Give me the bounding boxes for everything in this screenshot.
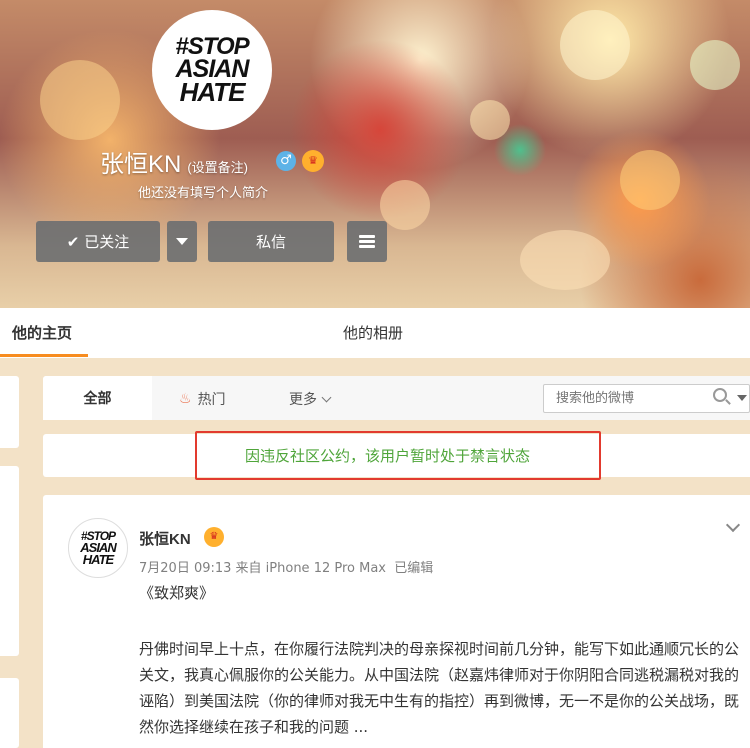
more-menu-button[interactable] bbox=[347, 221, 387, 262]
left-sidebar-card bbox=[0, 466, 19, 656]
active-tab-indicator bbox=[0, 354, 88, 357]
left-sidebar-card bbox=[0, 678, 19, 748]
filter-all-tab[interactable]: 全部 bbox=[43, 376, 152, 420]
profile-tabbar: 他的主页 他的相册 bbox=[0, 308, 750, 358]
profile-name: 张恒KN bbox=[100, 151, 182, 178]
message-label: 私信 bbox=[255, 233, 286, 251]
message-button[interactable]: 私信 bbox=[208, 221, 334, 262]
fire-icon: ♨ bbox=[179, 391, 192, 407]
check-icon: ✔ bbox=[66, 232, 80, 251]
profile-avatar[interactable]: #STOP ASIAN HATE bbox=[152, 10, 272, 130]
menu-icon bbox=[359, 235, 375, 248]
cover-bokeh bbox=[470, 100, 510, 140]
caret-down-icon bbox=[176, 238, 188, 245]
stop-asian-hate-logo: #STOP ASIAN HATE bbox=[162, 20, 262, 120]
profile-bio: 他还没有填写个人简介 bbox=[138, 186, 269, 201]
filter-hot-tab[interactable]: ♨ 热门 bbox=[179, 389, 226, 409]
tab-album[interactable]: 他的相册 bbox=[343, 322, 403, 343]
cover-bokeh bbox=[560, 10, 630, 80]
followed-button[interactable]: ✔ 已关注 bbox=[36, 221, 160, 262]
post-meta[interactable]: 7月20日 09:13 来自 iPhone 12 Pro Max 已编辑 bbox=[139, 557, 433, 576]
cover-bokeh bbox=[520, 230, 610, 290]
post-author-name[interactable]: 张恒KN bbox=[139, 528, 191, 549]
vip-crown-icon[interactable]: ♛ bbox=[302, 150, 324, 172]
cover-bokeh bbox=[380, 180, 430, 230]
vip-crown-icon[interactable]: ♛ bbox=[204, 527, 224, 547]
tab-home[interactable]: 他的主页 bbox=[12, 322, 72, 343]
post-author-avatar[interactable]: #STOP ASIAN HATE bbox=[68, 518, 128, 578]
mute-notice-text: 因违反社区公约，该用户暂时处于禁言状态 bbox=[245, 447, 531, 465]
post-title: 《致郑爽》 bbox=[139, 584, 215, 602]
post-body: 丹佛时间早上十点，在你履行法院判决的母亲探视时间前几分钟，能写下如此通顺冗长的公… bbox=[139, 640, 740, 736]
logo-line-3: HATE bbox=[179, 76, 246, 107]
search-dropdown-icon[interactable] bbox=[737, 395, 747, 401]
set-remark-link[interactable]: (设置备注) bbox=[187, 157, 248, 176]
feed-filter-bar: 全部 ♨ 热门 更多 bbox=[43, 376, 750, 420]
left-sidebar-card bbox=[0, 376, 19, 448]
cover-bokeh bbox=[620, 150, 680, 210]
search-icon[interactable] bbox=[713, 388, 727, 402]
male-icon: ♂ bbox=[276, 151, 296, 171]
filter-hot-label: 热门 bbox=[197, 392, 226, 408]
followed-label: 已关注 bbox=[84, 233, 130, 251]
chevron-down-icon bbox=[321, 392, 332, 402]
logo-line-3: HATE bbox=[82, 551, 114, 567]
cover-bokeh bbox=[40, 60, 120, 140]
cover-bokeh bbox=[690, 40, 740, 90]
profile-name-row: 张恒KN (设置备注) bbox=[100, 144, 248, 179]
filter-more-dropdown[interactable]: 更多 bbox=[289, 389, 332, 409]
follow-dropdown-button[interactable] bbox=[167, 221, 197, 262]
filter-more-label: 更多 bbox=[289, 392, 317, 408]
